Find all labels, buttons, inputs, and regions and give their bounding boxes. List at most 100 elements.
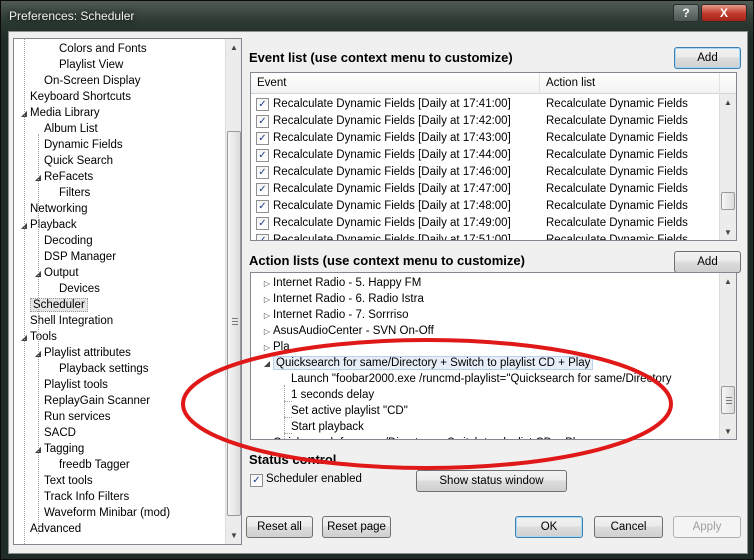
tree-item[interactable]: Networking — [18, 201, 88, 217]
tree-item[interactable]: DSP Manager — [32, 249, 116, 265]
tree-item-label: Output — [44, 267, 79, 279]
action-list-item[interactable]: ▷ Internet Radio - 5. Happy FM — [261, 275, 421, 291]
event-enabled-checkbox[interactable]: ✓ — [256, 234, 269, 240]
scroll-up-arrow-icon[interactable]: ▲ — [720, 94, 736, 110]
action-item-label: Internet Radio - 6. Radio Istra — [273, 293, 424, 305]
action-item-label: Internet Radio - 7. Sorrriso — [273, 309, 409, 321]
tree-item-label: On-Screen Display — [44, 75, 141, 87]
event-enabled-checkbox[interactable]: ✓ — [256, 149, 269, 162]
collapsed-arrow-icon[interactable]: ▷ — [261, 276, 273, 292]
event-add-button[interactable]: Add — [674, 47, 741, 69]
title-bar[interactable]: Preferences: Scheduler ? X — [1, 1, 754, 31]
event-row[interactable]: ✓ Recalculate Dynamic Fields [Daily at 17… — [251, 181, 717, 198]
action-list-item[interactable]: ▷ Internet Radio - 6. Radio Istra — [261, 291, 424, 307]
tree-item[interactable]: Waveform Minibar (mod) — [32, 505, 170, 521]
tree-item[interactable]: Album List — [32, 121, 98, 137]
tree-item[interactable]: Decoding — [32, 233, 93, 249]
tree-item[interactable]: ReplayGain Scanner — [32, 393, 150, 409]
scroll-down-arrow-icon[interactable]: ▼ — [720, 423, 736, 439]
event-row[interactable]: ✓ Recalculate Dynamic Fields [Daily at 17… — [251, 215, 717, 232]
event-row[interactable]: ✓ Recalculate Dynamic Fields [Daily at 17… — [251, 232, 717, 241]
tree-item[interactable]: Quick Search — [32, 153, 113, 169]
action-list-item[interactable]: ▷ Internet Radio - 7. Sorrriso — [261, 307, 409, 323]
event-name: Recalculate Dynamic Fields [Daily at 17:… — [273, 149, 511, 161]
tree-item[interactable]: Playlist View — [47, 57, 123, 73]
tree-item[interactable]: Playback settings — [47, 361, 149, 377]
show-status-window-button[interactable]: Show status window — [416, 470, 567, 492]
scroll-thumb[interactable] — [721, 386, 735, 414]
event-list[interactable]: Event Action list ▲ ▼ ✓ Recalculate Dynam… — [250, 72, 737, 241]
tree-item[interactable]: On-Screen Display — [32, 73, 141, 89]
collapsed-arrow-icon[interactable]: ▷ — [261, 292, 273, 308]
event-action-list: Recalculate Dynamic Fields — [546, 98, 688, 110]
reset-page-button[interactable]: Reset page — [322, 516, 391, 538]
tree-item[interactable]: Text tools — [32, 473, 93, 489]
tree-item[interactable]: Run services — [32, 409, 110, 425]
tree-item[interactable]: ◢ Tagging — [32, 441, 84, 457]
scroll-down-arrow-icon[interactable]: ▼ — [720, 224, 736, 240]
tree-item-label: freedb Tagger — [59, 459, 130, 471]
action-add-button[interactable]: Add — [674, 251, 741, 273]
tree-item[interactable]: Scheduler — [18, 297, 88, 313]
event-name: Recalculate Dynamic Fields [Daily at 17:… — [273, 98, 511, 110]
event-enabled-checkbox[interactable]: ✓ — [256, 183, 269, 196]
scheduler-enabled-label[interactable]: Scheduler enabled — [266, 473, 362, 485]
tree-item[interactable]: ◢ Playback — [18, 217, 77, 233]
cancel-button[interactable]: Cancel — [594, 516, 663, 538]
scheduler-enabled-checkbox[interactable]: ✓ — [250, 474, 263, 487]
event-name: Recalculate Dynamic Fields [Daily at 17:… — [273, 166, 511, 178]
event-action-list: Recalculate Dynamic Fields — [546, 234, 688, 241]
tree-guide-line — [24, 39, 25, 544]
action-tree-scrollbar[interactable]: ▲ ▼ — [719, 273, 736, 439]
reset-all-button[interactable]: Reset all — [246, 516, 313, 538]
tree-item-label: Quick Search — [44, 155, 114, 167]
tree-item-label: Keyboard Shortcuts — [30, 91, 132, 103]
event-name: Recalculate Dynamic Fields [Daily at 17:… — [273, 132, 511, 144]
event-enabled-checkbox[interactable]: ✓ — [256, 115, 269, 128]
event-row[interactable]: ✓ Recalculate Dynamic Fields [Daily at 17… — [251, 164, 717, 181]
event-enabled-checkbox[interactable]: ✓ — [256, 217, 269, 230]
event-row[interactable]: ✓ Recalculate Dynamic Fields [Daily at 17… — [251, 198, 717, 215]
tree-item[interactable]: Colors and Fonts — [47, 41, 147, 57]
tree-item[interactable]: ◢ ReFacets — [32, 169, 93, 185]
event-enabled-checkbox[interactable]: ✓ — [256, 132, 269, 145]
tree-item[interactable]: freedb Tagger — [47, 457, 130, 473]
event-row[interactable]: ✓ Recalculate Dynamic Fields [Daily at 17… — [251, 147, 717, 164]
tree-item[interactable]: ◢ Playlist attributes — [32, 345, 131, 361]
tree-item[interactable]: Shell Integration — [18, 313, 113, 329]
close-button[interactable]: X — [701, 4, 747, 22]
tree-item[interactable]: Track Info Filters — [32, 489, 129, 505]
apply-button[interactable]: Apply — [673, 516, 741, 538]
event-row[interactable]: ✓ Recalculate Dynamic Fields [Daily at 17… — [251, 130, 717, 147]
tree-item-label: Text tools — [44, 475, 93, 487]
scroll-thumb[interactable] — [721, 192, 735, 210]
event-enabled-checkbox[interactable]: ✓ — [256, 166, 269, 179]
scroll-up-arrow-icon[interactable]: ▲ — [720, 273, 736, 289]
tree-item-label: Shell Integration — [30, 315, 114, 327]
tree-item[interactable]: Keyboard Shortcuts — [18, 89, 131, 105]
ok-button[interactable]: OK — [515, 516, 583, 538]
event-list-header: Event Action list — [251, 73, 736, 94]
event-action-list: Recalculate Dynamic Fields — [546, 149, 688, 161]
column-header-action-list[interactable]: Action list — [540, 73, 720, 94]
scroll-up-arrow-icon[interactable]: ▲ — [226, 39, 241, 55]
action-lists-title: Action lists (use context menu to custom… — [249, 253, 525, 268]
collapsed-arrow-icon[interactable]: ▷ — [261, 308, 273, 324]
event-row[interactable]: ✓ Recalculate Dynamic Fields [Daily at 17… — [251, 113, 717, 130]
tree-item[interactable]: Playlist tools — [32, 377, 108, 393]
tree-item[interactable]: Dynamic Fields — [32, 137, 123, 153]
tree-item-label: Media Library — [30, 107, 100, 119]
help-button[interactable]: ? — [673, 4, 699, 22]
tree-item[interactable]: Devices — [47, 281, 100, 297]
column-header-event[interactable]: Event — [251, 73, 540, 94]
event-enabled-checkbox[interactable]: ✓ — [256, 98, 269, 111]
event-row[interactable]: ✓ Recalculate Dynamic Fields [Daily at 17… — [251, 96, 717, 113]
tree-item[interactable]: Filters — [47, 185, 90, 201]
event-enabled-checkbox[interactable]: ✓ — [256, 200, 269, 213]
tree-item[interactable]: Advanced — [18, 521, 81, 537]
tree-item[interactable]: ◢ Media Library — [18, 105, 100, 121]
event-list-scrollbar[interactable]: ▲ ▼ — [719, 94, 736, 240]
scroll-down-arrow-icon[interactable]: ▼ — [226, 527, 241, 543]
